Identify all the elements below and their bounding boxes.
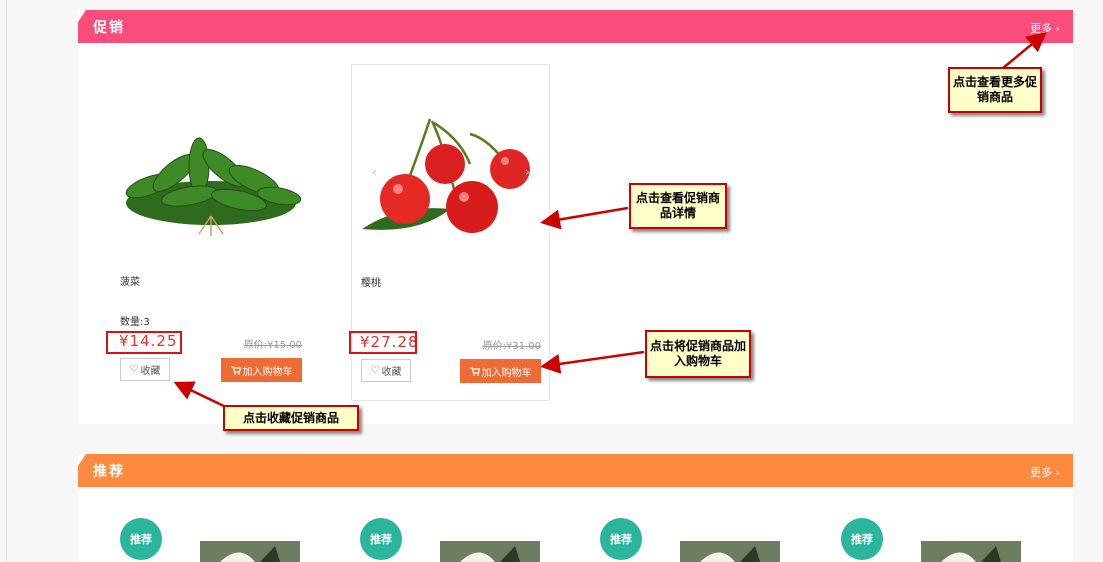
add-to-cart-button[interactable]: 加入购物车 [221, 358, 302, 382]
promo-more-link[interactable]: 更多 › [1030, 20, 1060, 36]
recommend-panel: 推荐 推荐 推荐 推荐 [78, 487, 1073, 562]
carousel-prev-arrow[interactable]: ‹ [372, 165, 377, 179]
product-name[interactable]: 樱桃 [361, 274, 381, 289]
recommend-product-image[interactable] [440, 541, 540, 562]
favorite-button[interactable]: ♡ 收藏 [361, 359, 411, 382]
recommend-more-link[interactable]: 更多 › [1030, 464, 1060, 480]
callout-more: 点击查看更多促销商品 [948, 67, 1042, 113]
add-to-cart-label: 加入购物车 [242, 366, 293, 378]
callout-add-to-cart: 点击将促销商品加入购物车 [645, 330, 751, 378]
recommend-section-title: 推荐 [93, 464, 125, 480]
price-highlight-box [349, 331, 417, 354]
recommend-product-image[interactable] [200, 541, 300, 562]
cart-icon [230, 365, 241, 375]
header-corner-notch [78, 454, 86, 466]
add-to-cart-button[interactable]: 加入购物车 [460, 359, 541, 383]
callout-detail: 点击查看促销商品详情 [629, 183, 727, 229]
favorite-label: 收藏 [381, 367, 402, 378]
product-quantity: 数量:3 [120, 317, 150, 328]
product-original-price: 原价:¥31.00 [482, 341, 541, 352]
promo-panel: 菠菜 数量:3 ¥14.25 原价:¥15.00 ♡ 收藏 加入购物车 ‹ › … [78, 43, 1073, 424]
recommend-badge: 推荐 [360, 518, 402, 560]
promo-section-title: 促销 [93, 20, 125, 36]
product-original-price: 原价:¥15.00 [243, 340, 302, 351]
heart-icon: ♡ [129, 364, 139, 375]
recommend-badge: 推荐 [120, 518, 162, 560]
product-name[interactable]: 菠菜 [120, 273, 140, 288]
recommend-product-image[interactable] [921, 541, 1021, 562]
price-highlight-box [106, 331, 182, 354]
favorite-button[interactable]: ♡ 收藏 [120, 358, 170, 381]
recommend-section-header: 推荐 更多 › [78, 454, 1073, 487]
callout-favorite: 点击收藏促销商品 [223, 405, 359, 431]
header-corner-notch [78, 10, 86, 22]
add-to-cart-label: 加入购物车 [481, 367, 532, 379]
recommend-product-image[interactable] [680, 541, 780, 562]
left-edge-line [6, 0, 7, 562]
carousel-next-arrow[interactable]: › [525, 165, 530, 179]
cart-icon [469, 366, 480, 376]
recommend-badge: 推荐 [841, 518, 883, 560]
promo-section-header: 促销 更多 › [78, 10, 1073, 43]
product-image-spinach[interactable] [119, 108, 303, 248]
heart-icon: ♡ [370, 365, 380, 376]
favorite-label: 收藏 [140, 366, 161, 377]
product-image-cherry[interactable] [360, 109, 544, 249]
recommend-badge: 推荐 [600, 518, 642, 560]
